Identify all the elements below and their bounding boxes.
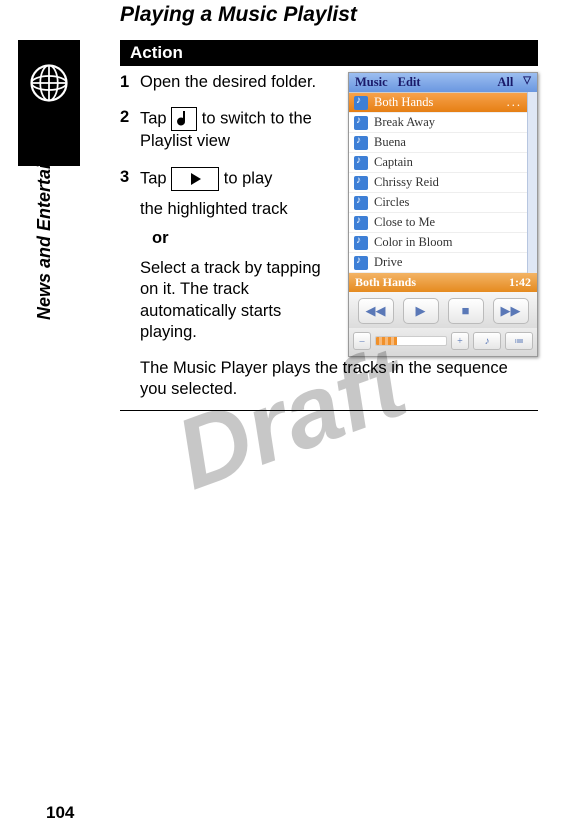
playlist-view-icon [171, 107, 197, 131]
page-number: 104 [46, 803, 74, 823]
now-playing-time: 1:42 [509, 275, 531, 290]
track-label: Chrissy Reid [374, 175, 439, 190]
step-1: 1 Open the desired folder. [120, 72, 340, 93]
music-note-icon [354, 156, 368, 170]
menu-music[interactable]: Music [355, 75, 388, 90]
list-item[interactable]: Drive [349, 253, 527, 273]
vol-down-button[interactable]: – [353, 332, 371, 350]
list-item[interactable]: Break Away [349, 113, 527, 133]
step-number: 3 [120, 167, 140, 344]
track-label: Close to Me [374, 215, 435, 230]
seek-fill [376, 337, 397, 345]
forward-button[interactable]: ▶▶ [493, 298, 529, 324]
step-number: 1 [120, 72, 140, 93]
list-item[interactable]: Both Hands ... [349, 93, 527, 113]
action-header: Action [120, 40, 538, 66]
spacer [416, 275, 509, 290]
playback-controls: ◀◀ ▶ ■ ▶▶ [349, 292, 537, 328]
track-label: Drive [374, 255, 402, 270]
list-item[interactable]: Close to Me [349, 213, 527, 233]
list-item[interactable]: Chrissy Reid [349, 173, 527, 193]
stop-button[interactable]: ■ [448, 298, 484, 324]
track-label: Captain [374, 155, 413, 170]
step-text: Select a track by tapping on it. The tra… [140, 258, 340, 344]
music-note-icon [354, 116, 368, 130]
note-view-button[interactable]: ♪ [473, 332, 501, 350]
spacer [431, 75, 488, 90]
step-text: to play [224, 169, 273, 187]
track-list: Both Hands ... Break Away Buena Captain … [349, 92, 527, 273]
content-area: Music Edit All ▽ Both Hands ... Break Aw… [120, 72, 538, 411]
more-icon[interactable]: ... [507, 95, 522, 110]
now-playing-title: Both Hands [355, 275, 416, 290]
music-player-screenshot: Music Edit All ▽ Both Hands ... Break Aw… [348, 72, 538, 357]
music-note-icon [354, 256, 368, 270]
list-item[interactable]: Color in Bloom [349, 233, 527, 253]
phone-list-wrap: Both Hands ... Break Away Buena Captain … [349, 92, 537, 273]
or-label: or [152, 228, 340, 249]
step-text: Tap [140, 110, 171, 128]
step-3: 3 Tap to play the highlighted track or S… [120, 167, 340, 344]
scrollbar[interactable] [527, 92, 537, 273]
music-note-icon [354, 236, 368, 250]
track-label: Both Hands [374, 95, 433, 110]
list-item[interactable]: Buena [349, 133, 527, 153]
list-item[interactable]: Captain [349, 153, 527, 173]
side-section-label: News and Entertainment [34, 110, 55, 320]
menu-all[interactable]: All [497, 75, 513, 90]
seek-bar[interactable] [375, 336, 447, 346]
music-note-icon [354, 216, 368, 230]
music-note-icon [354, 96, 368, 110]
list-view-button[interactable]: ≔ [505, 332, 533, 350]
step-body: Tap to switch to the Playlist view [140, 107, 340, 152]
steps-column: 1 Open the desired folder. 2 Tap to swit… [120, 72, 340, 358]
music-note-icon [354, 176, 368, 190]
music-note-icon [354, 196, 368, 210]
play-button[interactable]: ▶ [403, 298, 439, 324]
step-body: Tap to play the highlighted track or Sel… [140, 167, 340, 344]
rewind-button[interactable]: ◀◀ [358, 298, 394, 324]
track-label: Color in Bloom [374, 235, 452, 250]
globe-icon [28, 62, 70, 104]
vol-up-button[interactable]: + [451, 332, 469, 350]
final-note: The Music Player plays the tracks in the… [140, 358, 538, 401]
step-body: Open the desired folder. [140, 72, 340, 93]
now-playing-bar: Both Hands 1:42 [349, 273, 537, 292]
play-icon [171, 167, 219, 191]
track-label: Buena [374, 135, 406, 150]
list-item[interactable]: Circles [349, 193, 527, 213]
music-note-icon [354, 136, 368, 150]
seek-row: – + ♪ ≔ [349, 328, 537, 356]
phone-menubar: Music Edit All ▽ [349, 73, 537, 92]
page-title: Playing a Music Playlist [120, 3, 357, 27]
step-2: 2 Tap to switch to the Playlist view [120, 107, 340, 152]
track-label: Break Away [374, 115, 435, 130]
step-text: the highlighted track [140, 199, 340, 220]
step-number: 2 [120, 107, 140, 152]
menu-edit[interactable]: Edit [398, 75, 421, 90]
section-divider [120, 410, 538, 411]
step-text: Tap [140, 169, 171, 187]
track-label: Circles [374, 195, 409, 210]
chevron-down-icon[interactable]: ▽ [523, 75, 531, 90]
